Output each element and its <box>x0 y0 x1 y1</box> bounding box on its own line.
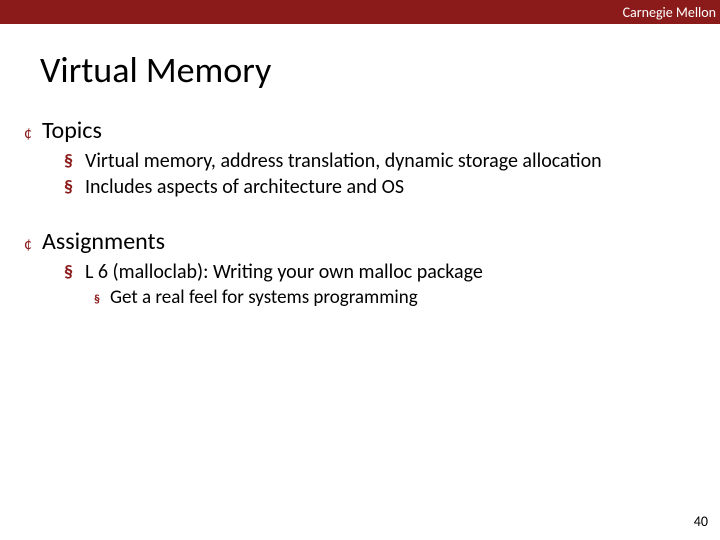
square-bullet-icon: § <box>64 263 73 281</box>
sub-list-item-text: Get a real feel for systems programming <box>110 286 418 309</box>
list-item: § Includes aspects of architecture and O… <box>64 175 720 199</box>
square-bullet-icon: § <box>64 178 73 196</box>
small-square-bullet-icon: § <box>94 293 100 307</box>
list-item: § Virtual memory, address translation, d… <box>64 149 720 173</box>
slide-content: ¢ Topics § Virtual memory, address trans… <box>0 116 720 309</box>
list-item-text: L 6 (malloclab): Writing your own malloc… <box>85 260 483 284</box>
section-heading-text: Assignments <box>42 227 165 256</box>
section-heading: ¢ Topics <box>20 116 720 145</box>
section-heading: ¢ Assignments <box>20 227 720 256</box>
bullet-list: § Virtual memory, address translation, d… <box>64 149 720 199</box>
circle-bullet-icon: ¢ <box>24 235 32 254</box>
list-item: § L 6 (malloclab): Writing your own mall… <box>64 260 720 284</box>
square-bullet-icon: § <box>64 152 73 170</box>
section-heading-text: Topics <box>42 116 102 145</box>
institution-label: Carnegie Mellon <box>623 4 716 21</box>
header-bar: Carnegie Mellon <box>0 0 720 24</box>
list-item-text: Includes aspects of architecture and OS <box>85 175 404 199</box>
page-number: 40 <box>694 513 708 530</box>
slide-title: Virtual Memory <box>40 48 720 92</box>
circle-bullet-icon: ¢ <box>24 124 32 143</box>
list-item-text: Virtual memory, address translation, dyn… <box>85 149 602 173</box>
sub-list-item: § Get a real feel for systems programmin… <box>94 286 720 309</box>
bullet-list: § L 6 (malloclab): Writing your own mall… <box>64 260 720 309</box>
sub-bullet-list: § Get a real feel for systems programmin… <box>94 286 720 309</box>
